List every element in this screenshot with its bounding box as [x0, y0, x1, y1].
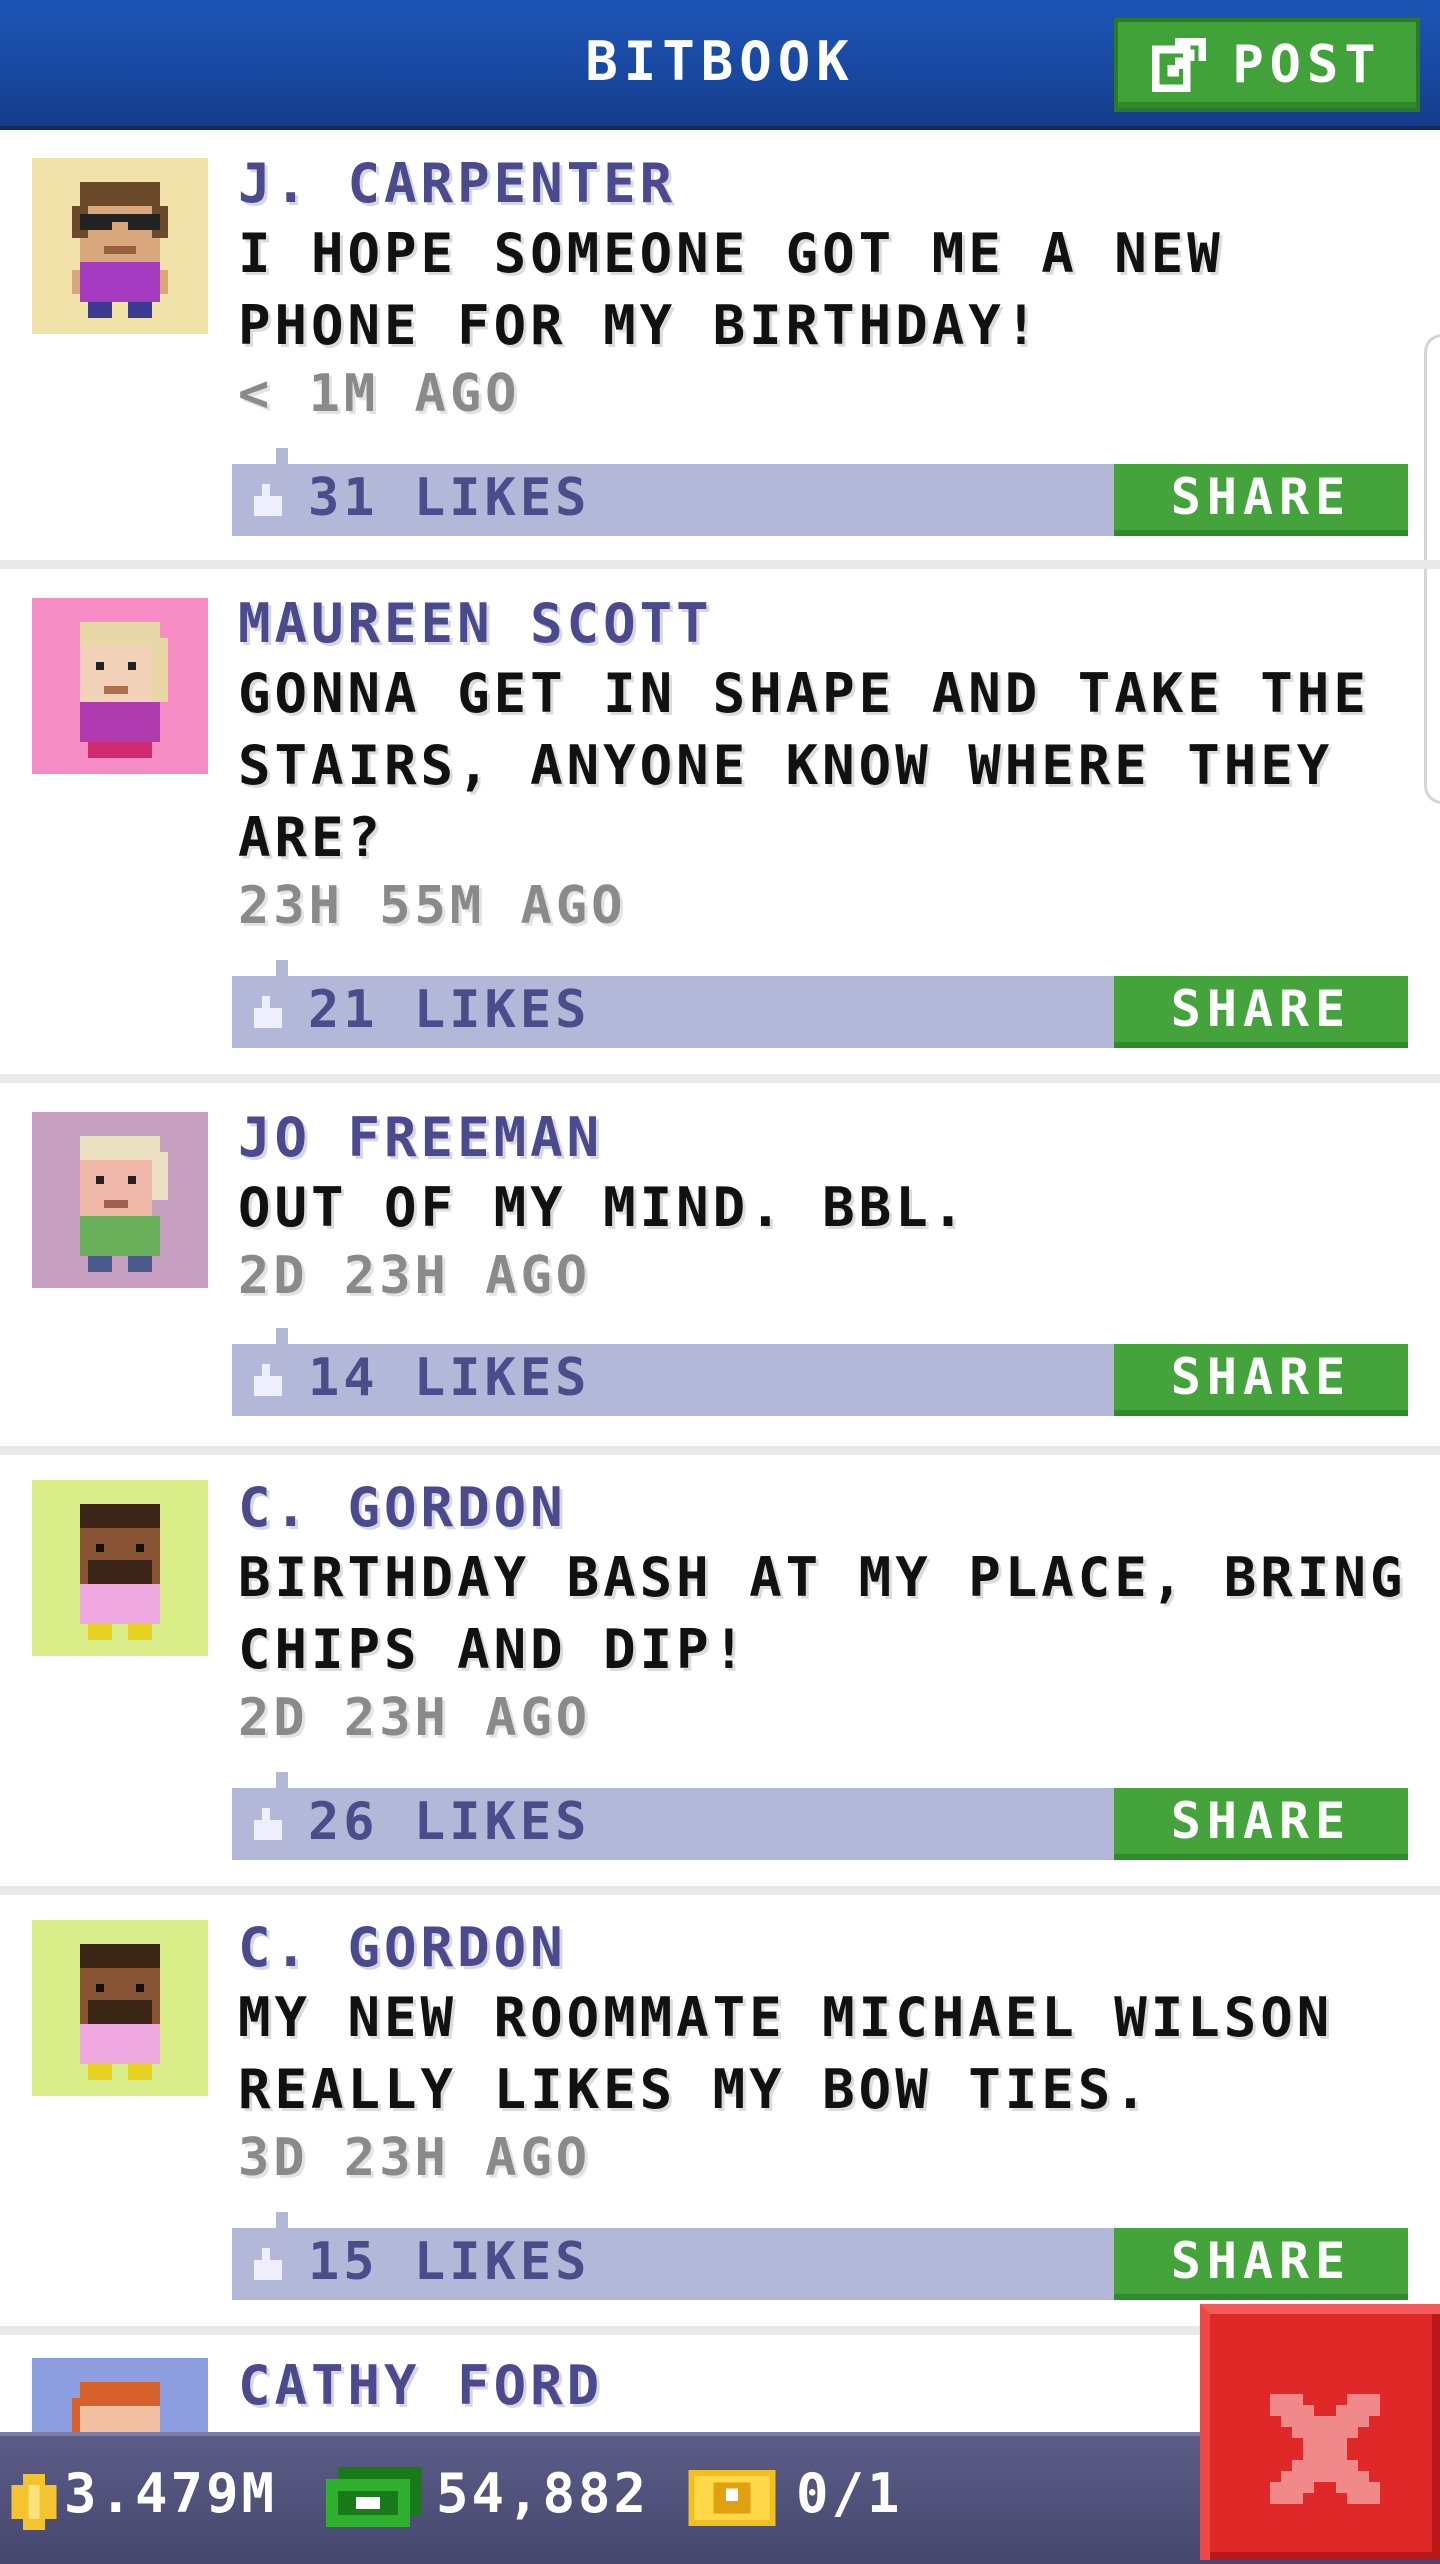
post-time: 2D 23H AGO — [238, 1688, 592, 1748]
post-message: OUT OF MY MIND. BBL. — [238, 1176, 969, 1239]
thumbs-up-icon — [254, 484, 282, 516]
like-bar-nub — [276, 2212, 288, 2228]
bux-value: 54,882 — [436, 2462, 650, 2525]
post-message: BIRTHDAY BASH AT MY PLACE, BRING CHIPS A… — [238, 1546, 1407, 1681]
app-header: BITBOOK POST — [0, 0, 1440, 130]
feed-post: J. CARPENTER I HOPE SOMEONE GOT ME A NEW… — [0, 130, 1440, 560]
post-message: MY NEW ROOMMATE MICHAEL WILSON REALLY LI… — [238, 1986, 1334, 2121]
post-author[interactable]: CATHY FORD — [238, 2354, 603, 2417]
post-message: GONNA GET IN SHAPE AND TAKE THE STAIRS, … — [238, 662, 1370, 869]
like-count: 14 LIKES — [308, 1348, 591, 1408]
post-time: 23H 55M AGO — [238, 876, 627, 936]
edit-icon — [1152, 38, 1207, 92]
post-time: 2D 23H AGO — [238, 1246, 592, 1306]
like-count: 21 LIKES — [308, 980, 591, 1040]
avatar — [32, 1480, 208, 1656]
feed-post: C. GORDON MY NEW ROOMMATE MICHAEL WILSON… — [0, 1896, 1440, 2326]
post-button[interactable]: POST — [1114, 18, 1420, 112]
divider — [0, 1446, 1440, 1455]
post-label: POST — [1232, 35, 1382, 95]
bux-icon — [326, 2467, 422, 2527]
like-bar-nub — [276, 960, 288, 976]
post-time: < 1M AGO — [238, 364, 521, 424]
divider — [0, 560, 1440, 569]
feed-post: MAUREEN SCOTT GONNA GET IN SHAPE AND TAK… — [0, 570, 1440, 1074]
like-bar[interactable]: 26 LIKES SHARE — [232, 1772, 1408, 1860]
tickets-value: 0/1 — [796, 2462, 903, 2525]
share-button[interactable]: SHARE — [1114, 976, 1408, 1048]
avatar — [32, 158, 208, 334]
feed-post: C. GORDON BIRTHDAY BASH AT MY PLACE, BRI… — [0, 1456, 1440, 1888]
post-author[interactable]: C. GORDON — [238, 1916, 567, 1979]
close-button[interactable] — [1200, 2304, 1440, 2560]
post-author[interactable]: J. CARPENTER — [238, 152, 676, 215]
like-bar[interactable]: 15 LIKES SHARE — [232, 2212, 1408, 2300]
divider — [0, 1886, 1440, 1895]
thumbs-up-icon — [254, 996, 282, 1028]
like-bar-nub — [276, 1772, 288, 1788]
thumbs-up-icon — [254, 1364, 282, 1396]
divider — [0, 1074, 1440, 1083]
ticket-icon — [688, 2470, 776, 2526]
thumbs-up-icon — [254, 1808, 282, 1840]
share-button[interactable]: SHARE — [1114, 2228, 1408, 2300]
like-bar-nub — [276, 1328, 288, 1344]
post-author[interactable]: JO FREEMAN — [238, 1106, 603, 1169]
like-count: 31 LIKES — [308, 468, 591, 528]
like-bar[interactable]: 21 LIKES SHARE — [232, 960, 1408, 1048]
post-time: 3D 23H AGO — [238, 2128, 592, 2188]
thumbs-up-icon — [254, 2248, 282, 2280]
avatar — [32, 598, 208, 774]
avatar — [32, 1920, 208, 2096]
post-author[interactable]: MAUREEN SCOTT — [238, 592, 713, 655]
avatar — [32, 1112, 208, 1288]
like-bar-nub — [276, 448, 288, 464]
coin-icon — [11, 2474, 57, 2530]
post-message: I HOPE SOMEONE GOT ME A NEW PHONE FOR MY… — [238, 222, 1224, 357]
like-count: 26 LIKES — [308, 1792, 591, 1852]
like-bar[interactable]: 31 LIKES SHARE — [232, 448, 1408, 536]
feed-post: JO FREEMAN OUT OF MY MIND. BBL. 2D 23H A… — [0, 1084, 1440, 1446]
post-author[interactable]: C. GORDON — [238, 1476, 567, 1539]
like-count: 15 LIKES — [308, 2232, 591, 2292]
like-bar[interactable]: 14 LIKES SHARE — [232, 1328, 1408, 1416]
coins-value: 3.479M — [64, 2462, 278, 2525]
close-icon — [1270, 2394, 1380, 2504]
share-button[interactable]: SHARE — [1114, 464, 1408, 536]
share-button[interactable]: SHARE — [1114, 1344, 1408, 1416]
share-button[interactable]: SHARE — [1114, 1788, 1408, 1860]
